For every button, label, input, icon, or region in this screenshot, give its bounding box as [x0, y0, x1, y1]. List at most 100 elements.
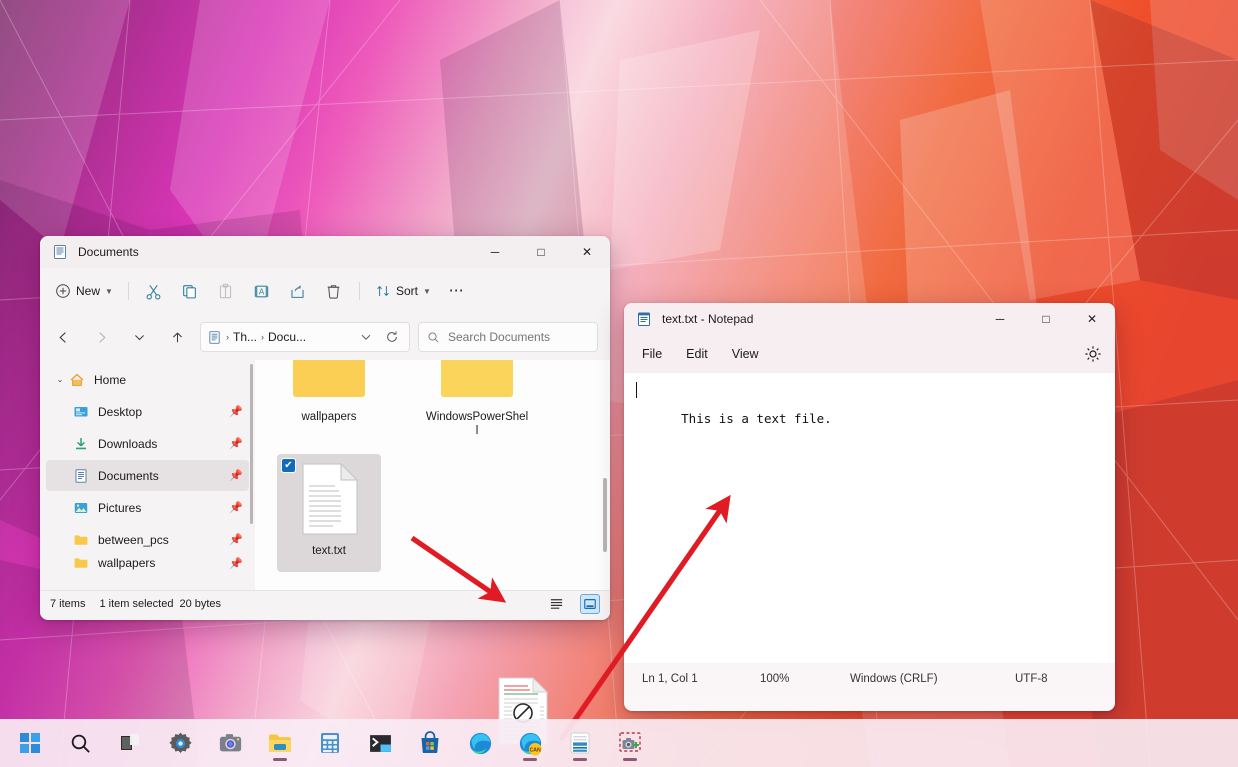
menu-view[interactable]: View	[720, 342, 771, 366]
sidebar-item-desktop-label: Desktop	[98, 405, 229, 419]
new-button[interactable]: New ▼	[48, 275, 120, 307]
back-button[interactable]	[48, 322, 78, 352]
sidebar-item-pictures[interactable]: Pictures 📌	[46, 492, 249, 523]
explorer-maximize-button[interactable]: □	[518, 236, 564, 268]
file-item-text-txt[interactable]: ✔ text.txt	[277, 454, 381, 572]
file-explorer-app[interactable]	[260, 723, 300, 763]
notepad-titlebar[interactable]: text.txt - Notepad ─ □ ✕	[624, 303, 1115, 335]
share-button[interactable]	[281, 275, 315, 307]
search-button[interactable]	[60, 723, 100, 763]
sidebar-item-between_pcs[interactable]: between_pcs 📌	[46, 524, 249, 555]
scissors-icon	[145, 283, 162, 300]
rename-button[interactable]: A	[245, 275, 279, 307]
snipping-tool-app[interactable]	[610, 723, 650, 763]
trash-icon	[325, 283, 342, 300]
breadcrumb-item-this-pc[interactable]: Th...	[233, 330, 257, 344]
pin-icon[interactable]: 📌	[229, 437, 243, 450]
sidebar-item-documents[interactable]: Documents 📌	[46, 460, 249, 491]
copy-icon	[181, 283, 198, 300]
explorer-toolbar[interactable]: New ▼	[40, 268, 610, 314]
notepad-close-button[interactable]: ✕	[1069, 303, 1115, 335]
paste-icon	[217, 283, 234, 300]
chevron-down-icon[interactable]: ⌄	[52, 375, 68, 384]
delete-button[interactable]	[317, 275, 351, 307]
start-button[interactable]	[10, 723, 50, 763]
folder-icon	[72, 532, 90, 548]
refresh-icon[interactable]	[385, 330, 399, 344]
forward-button	[86, 322, 116, 352]
explorer-window-controls[interactable]: ─ □ ✕	[472, 236, 610, 268]
sidebar-item-home[interactable]: ⌄ Home	[46, 364, 249, 395]
pin-icon[interactable]: 📌	[229, 557, 243, 570]
settings-app[interactable]	[160, 723, 200, 763]
notepad-window-controls[interactable]: ─ □ ✕	[977, 303, 1115, 335]
svg-text:A: A	[259, 287, 265, 296]
search-input[interactable]	[448, 330, 589, 344]
camera-app[interactable]	[210, 723, 250, 763]
navigation-pane[interactable]: ⌄ Home Desktop 📌	[40, 360, 255, 590]
sort-button[interactable]: Sort ▼	[368, 275, 438, 307]
sidebar-item-downloads[interactable]: Downloads 📌	[46, 428, 249, 459]
pin-icon[interactable]: 📌	[229, 469, 243, 482]
edge-canary-browser[interactable]: CAN	[510, 723, 550, 763]
pin-icon[interactable]: 📌	[229, 501, 243, 514]
file-item-wallpapers-label: wallpapers	[277, 410, 381, 424]
search-box[interactable]	[418, 322, 598, 352]
notepad-app[interactable]	[560, 723, 600, 763]
notepad-text-area[interactable]: This is a text file.	[624, 373, 1115, 663]
file-item-wallpapers[interactable]: wallpapers	[277, 360, 381, 444]
notepad-minimize-button[interactable]: ─	[977, 303, 1023, 335]
gear-icon[interactable]	[1083, 344, 1103, 364]
rename-icon: A	[253, 283, 270, 300]
status-zoom-level[interactable]: 100%	[742, 673, 832, 685]
breadcrumb-item-documents[interactable]: Docu...	[268, 330, 306, 344]
pin-icon[interactable]: 📌	[229, 405, 243, 418]
edge-browser[interactable]	[460, 723, 500, 763]
pin-icon[interactable]: 📌	[229, 533, 243, 546]
toolbar-separator-2	[359, 282, 360, 300]
notepad-maximize-button[interactable]: □	[1023, 303, 1069, 335]
up-button[interactable]	[162, 322, 192, 352]
more-options-button[interactable]: ⋯	[440, 275, 474, 307]
menu-file[interactable]: File	[630, 342, 674, 366]
file-list-view[interactable]: wallpapers WindowsPowerShell ✔	[255, 360, 610, 590]
large-icons-view-button[interactable]	[580, 594, 600, 614]
recent-locations-button[interactable]	[124, 322, 154, 352]
microsoft-store-app[interactable]	[410, 723, 450, 763]
taskbar[interactable]: CAN	[0, 719, 1238, 767]
explorer-titlebar[interactable]: Documents ─ □ ✕	[40, 236, 610, 268]
notepad-icon	[636, 311, 652, 327]
task-view-button[interactable]	[110, 723, 150, 763]
sidebar-item-desktop[interactable]: Desktop 📌	[46, 396, 249, 427]
sidebar-item-wallpapers[interactable]: wallpapers 📌	[46, 556, 249, 570]
file-explorer-window[interactable]: Documents ─ □ ✕ New ▼	[40, 236, 610, 620]
sidebar-item-downloads-label: Downloads	[98, 437, 229, 451]
notepad-window[interactable]: text.txt - Notepad ─ □ ✕ File Edit View …	[624, 303, 1115, 711]
text-file-icon	[293, 460, 365, 538]
status-encoding[interactable]: UTF-8	[997, 673, 1066, 685]
arrow-right-icon	[94, 330, 109, 345]
navigation-scrollbar[interactable]	[250, 364, 253, 524]
terminal-app[interactable]	[360, 723, 400, 763]
notepad-status-bar: Ln 1, Col 1 100% Windows (CRLF) UTF-8	[624, 663, 1115, 695]
sidebar-item-documents-label: Documents	[98, 469, 229, 483]
explorer-address-row[interactable]: › Th... › Docu...	[40, 314, 610, 360]
sort-arrows-icon	[375, 283, 391, 299]
details-view-button[interactable]	[546, 594, 566, 614]
file-list-scrollbar[interactable]	[603, 478, 607, 552]
status-size: 20 bytes	[179, 598, 221, 610]
status-selection: 1 item selected	[99, 598, 173, 610]
copy-button[interactable]	[173, 275, 207, 307]
calculator-app[interactable]	[310, 723, 350, 763]
cut-button[interactable]	[137, 275, 171, 307]
explorer-close-button[interactable]: ✕	[564, 236, 610, 268]
notepad-menubar[interactable]: File Edit View	[624, 335, 1115, 373]
status-line-ending[interactable]: Windows (CRLF)	[832, 673, 997, 685]
chevron-down-icon[interactable]	[359, 330, 373, 344]
explorer-minimize-button[interactable]: ─	[472, 236, 518, 268]
file-item-windowspowershell[interactable]: WindowsPowerShell	[425, 360, 529, 444]
toolbar-separator	[128, 282, 129, 300]
breadcrumb[interactable]: › Th... › Docu...	[200, 322, 410, 352]
selection-checkbox[interactable]: ✔	[281, 458, 296, 473]
menu-edit[interactable]: Edit	[674, 342, 720, 366]
